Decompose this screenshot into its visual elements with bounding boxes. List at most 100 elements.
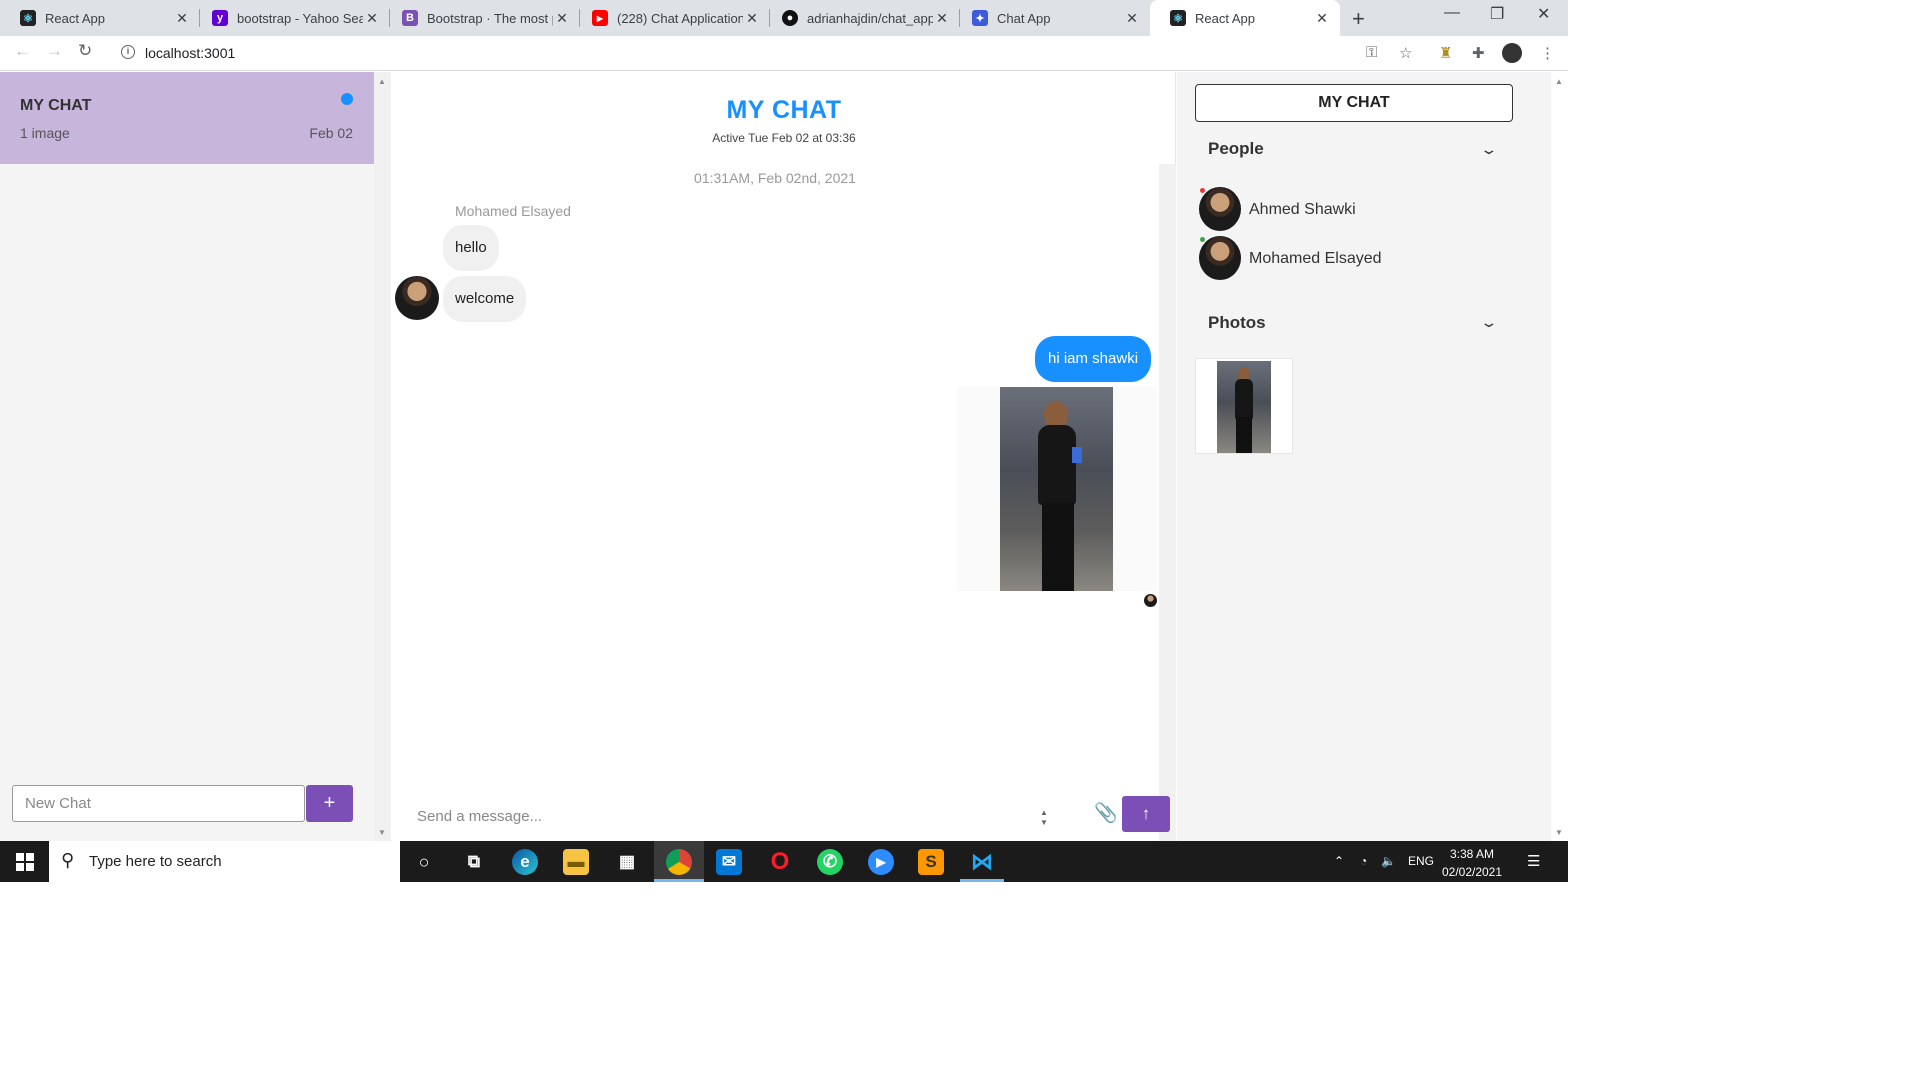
tab-title: adrianhajdin/chat_application — [807, 10, 933, 26]
tab-youtube[interactable]: ▶ (228) Chat Application ✕ — [572, 0, 770, 36]
chat-app: MY CHAT 1 image Feb 02 New Chat + ▲ ▼ MY… — [0, 72, 1568, 841]
close-tab-icon[interactable]: ✕ — [1313, 10, 1331, 27]
minimize-icon[interactable]: — — [1444, 4, 1460, 22]
extensions-puzzle-icon[interactable]: ✚ — [1472, 44, 1485, 62]
restore-icon[interactable]: ❐ — [1490, 4, 1504, 24]
close-tab-icon[interactable]: ✕ — [1123, 10, 1141, 27]
close-tab-icon[interactable]: ✕ — [933, 10, 951, 27]
tab-github[interactable]: ● adrianhajdin/chat_application ✕ — [762, 0, 960, 36]
active-app-indicator — [654, 879, 704, 882]
photo-person-body — [1038, 425, 1076, 505]
search-icon: ⚲ — [61, 850, 75, 870]
chat-feed: MY CHAT Active Tue Feb 02 at 03:36 01:31… — [392, 72, 1176, 841]
url-text[interactable]: localhost:3001 — [145, 45, 235, 61]
scroll-down-icon[interactable]: ▼ — [1555, 828, 1563, 837]
tab-chat-app[interactable]: ✦ Chat App ✕ — [952, 0, 1150, 36]
chat-feed-scrollbar[interactable] — [1159, 164, 1176, 841]
photo-person-legs — [1042, 503, 1074, 591]
message-bubble-outgoing: hi iam shawki — [1035, 336, 1152, 382]
close-tab-icon[interactable]: ✕ — [553, 10, 571, 27]
chat-card-selected[interactable]: MY CHAT 1 image Feb 02 — [0, 72, 374, 164]
photo-thumbnail[interactable] — [1195, 358, 1293, 454]
settings-chat-title[interactable]: MY CHAT — [1195, 84, 1513, 122]
sublime-text-icon[interactable]: S — [918, 849, 944, 875]
send-button[interactable]: ↑ — [1122, 796, 1170, 832]
chrome-icon[interactable] — [666, 849, 692, 875]
whatsapp-icon[interactable]: ✆ — [817, 849, 843, 875]
start-tile — [16, 863, 24, 871]
notifications-icon[interactable]: ☰ — [1527, 852, 1540, 870]
close-tab-icon[interactable]: ✕ — [363, 10, 381, 27]
people-section-header[interactable]: People — [1208, 139, 1264, 159]
bookmark-star-icon[interactable]: ☆ — [1399, 44, 1412, 62]
avatar — [1199, 187, 1241, 231]
volume-icon[interactable]: 🔈 — [1381, 854, 1396, 868]
language-indicator[interactable]: ENG — [1408, 854, 1434, 868]
message-input[interactable]: Send a message... — [417, 808, 542, 825]
address-bar: ← → ↻ i localhost:3001 ⚿ ☆ ♜ ✚ ⋮ — [0, 36, 1568, 71]
opera-icon[interactable]: O — [767, 848, 793, 875]
cortana-icon[interactable]: ○ — [411, 849, 437, 875]
forward-icon[interactable]: → — [46, 41, 63, 61]
taskbar-search[interactable]: ⚲ Type here to search — [49, 841, 400, 882]
bootstrap-icon: B — [402, 10, 418, 26]
omnibox[interactable]: i localhost:3001 — [110, 39, 1360, 67]
mail-icon[interactable]: ✉ — [716, 849, 742, 875]
chat-list-scrollbar[interactable]: ▲ ▼ — [374, 72, 391, 841]
tab-title: (228) Chat Application — [617, 10, 743, 26]
chat-settings-pane: MY CHAT People ⌄ Ahmed Shawki Mohamed El… — [1177, 72, 1551, 841]
image-attachment[interactable] — [957, 387, 1157, 591]
tab-title: React App — [1195, 10, 1255, 26]
add-chat-button[interactable]: + — [306, 785, 353, 822]
message-timestamp: 01:31AM, Feb 02nd, 2021 — [694, 170, 856, 186]
new-tab-button[interactable]: + — [1352, 6, 1365, 32]
window-close-icon[interactable]: ✕ — [1537, 4, 1550, 24]
back-icon[interactable]: ← — [14, 41, 31, 61]
site-info-icon[interactable]: i — [121, 45, 135, 59]
vscode-icon[interactable]: ⋈ — [969, 849, 995, 875]
scroll-down-icon[interactable]: ▼ — [378, 828, 386, 837]
paperclip-icon[interactable]: 📎 — [1094, 801, 1118, 825]
close-tab-icon[interactable]: ✕ — [743, 10, 761, 27]
chevron-down-icon[interactable]: ⌄ — [1479, 314, 1498, 331]
clock-time: 3:38 AM — [1449, 847, 1495, 861]
tab-react-app-active[interactable]: ⚛ React App ✕ — [1150, 0, 1340, 36]
page-scrollbar[interactable]: ▲ ▼ — [1551, 72, 1568, 841]
extension-trophy-icon[interactable]: ♜ — [1439, 44, 1452, 62]
reload-icon[interactable]: ↻ — [78, 41, 92, 61]
edge-icon[interactable]: e — [512, 849, 538, 875]
menu-kebab-icon[interactable]: ⋮ — [1540, 44, 1555, 62]
file-explorer-icon[interactable]: ▬ — [563, 849, 589, 875]
profile-avatar[interactable] — [1502, 43, 1522, 63]
chevron-down-icon[interactable]: ⌄ — [1479, 141, 1498, 158]
taskbar-search-placeholder: Type here to search — [89, 853, 222, 870]
scroll-up-icon[interactable]: ▲ — [1555, 77, 1563, 86]
task-view-icon[interactable]: ⧉ — [461, 849, 487, 875]
textarea-resize-icon[interactable]: ▲ ▼ — [1037, 808, 1051, 830]
network-icon[interactable]: ◔ — [1360, 854, 1367, 868]
new-chat-input[interactable]: New Chat — [12, 785, 305, 822]
message-bubble-incoming: hello — [443, 225, 499, 271]
windows-start-icon[interactable] — [16, 853, 34, 871]
photos-section-header[interactable]: Photos — [1208, 313, 1266, 333]
chat-active-status: Active Tue Feb 02 at 03:36 — [712, 131, 856, 145]
github-icon: ● — [782, 10, 798, 26]
tab-title: Chat App — [997, 10, 1051, 26]
tab-yahoo[interactable]: y bootstrap - Yahoo Search ✕ — [192, 0, 390, 36]
start-tile — [16, 853, 24, 861]
system-clock[interactable]: 3:38 AM 02/02/2021 — [1440, 845, 1504, 881]
yahoo-icon: y — [212, 10, 228, 26]
close-tab-icon[interactable]: ✕ — [173, 10, 191, 27]
scroll-up-icon[interactable]: ▲ — [378, 77, 386, 86]
zoom-icon[interactable]: ▶ — [868, 849, 894, 875]
thumbnail-image — [1217, 361, 1271, 453]
start-tile — [26, 863, 34, 871]
tab-title: React App — [45, 10, 105, 26]
tab-react-app-1[interactable]: ⚛ React App ✕ — [0, 0, 200, 36]
key-icon[interactable]: ⚿ — [1366, 44, 1377, 61]
thumb-person-legs — [1236, 417, 1252, 453]
tray-chevron-up-icon[interactable]: ⌃ — [1334, 854, 1344, 868]
store-icon[interactable]: ▦ — [614, 849, 640, 875]
tab-bootstrap[interactable]: B Bootstrap · The most popular ✕ — [382, 0, 580, 36]
person-name: Mohamed Elsayed — [1249, 250, 1382, 267]
